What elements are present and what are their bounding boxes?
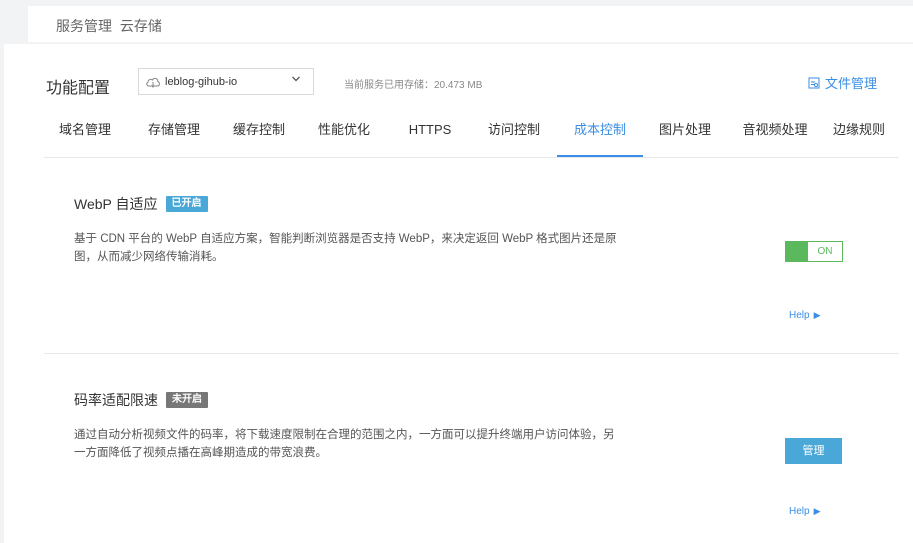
tab-media-processing[interactable]: 音视频处理	[730, 116, 820, 157]
toggle-label: ON	[817, 246, 833, 257]
breadcrumb-item-service[interactable]: 服务管理	[56, 18, 112, 34]
file-manage-label: 文件管理	[825, 76, 878, 91]
tab-cache[interactable]: 缓存控制	[219, 116, 299, 157]
tab-access-control[interactable]: 访问控制	[474, 116, 554, 157]
play-arrow-icon: ▶	[813, 310, 821, 320]
bitrate-help-link[interactable]: Help ▶	[789, 506, 821, 517]
webp-title-text: WebP 自适应	[74, 196, 158, 212]
tab-image-processing[interactable]: 图片处理	[645, 116, 725, 157]
tab-bar: 域名管理 存储管理 缓存控制 性能优化 HTTPS 访问控制 成本控制 图片处理…	[44, 116, 899, 158]
toggle-knob	[786, 242, 808, 261]
tab-cost-control[interactable]: 成本控制	[557, 116, 643, 157]
chevron-down-icon	[291, 74, 301, 84]
file-manage-icon	[808, 77, 820, 89]
breadcrumb: 服务管理 云存储	[56, 16, 166, 36]
help-label: Help	[789, 506, 810, 517]
play-arrow-icon: ▶	[813, 506, 821, 516]
bitrate-section-title: 码率适配限速 未开启	[74, 390, 208, 410]
webp-help-link[interactable]: Help ▶	[789, 310, 821, 321]
webp-toggle[interactable]: ON	[785, 241, 843, 262]
webp-description: 基于 CDN 平台的 WebP 自适应方案，智能判断浏览器是否支持 WebP，来…	[74, 233, 617, 263]
webp-section-title: WebP 自适应 已开启	[74, 194, 208, 214]
bucket-select-value: leblog-gihub-io	[165, 75, 238, 88]
tab-performance[interactable]: 性能优化	[304, 116, 384, 157]
help-label: Help	[789, 310, 810, 321]
storage-usage-text: 当前服务已用存储：20.473 MB	[344, 80, 483, 91]
tab-domain[interactable]: 域名管理	[50, 116, 120, 157]
manage-button[interactable]: 管理	[785, 438, 842, 464]
bucket-select[interactable]: leblog-gihub-io	[138, 68, 314, 95]
page-title: 功能配置	[46, 80, 111, 97]
bitrate-status-badge: 未开启	[166, 392, 208, 408]
tab-storage[interactable]: 存储管理	[134, 116, 214, 157]
section-divider	[44, 353, 899, 354]
file-manage-link[interactable]: 文件管理	[808, 73, 877, 92]
tab-edge-rules[interactable]: 边缘规则	[824, 116, 894, 157]
bitrate-title-text: 码率适配限速	[74, 392, 158, 408]
breadcrumb-item-cloud-storage: 云存储	[119, 18, 162, 34]
webp-status-badge: 已开启	[165, 196, 208, 212]
bitrate-description: 通过自动分析视频文件的码率，将下载速度限制在合理的范围之内，一方面可以提升终端用…	[74, 429, 615, 459]
breadcrumb-bar: 服务管理 云存储	[28, 6, 913, 42]
main-panel: 功能配置 leblog-gihub-io 当前服务已用存储：20.473 MB …	[4, 44, 913, 543]
tab-https[interactable]: HTTPS	[390, 116, 470, 157]
cloud-icon	[145, 74, 161, 90]
